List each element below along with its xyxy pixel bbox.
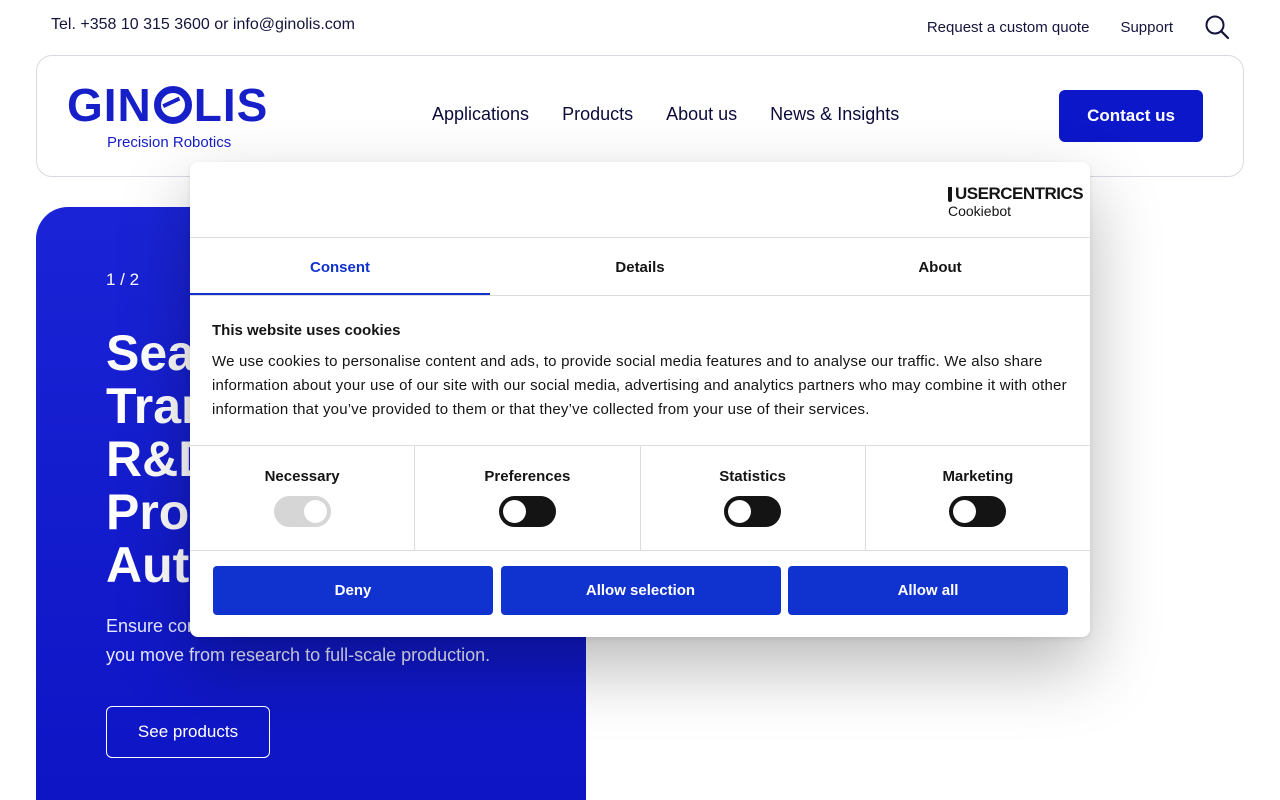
cookie-tabs: Consent Details About [190,238,1090,296]
brand-top-text: USERCENTRICS [955,184,1084,203]
request-quote-link[interactable]: Request a custom quote [927,19,1090,36]
logo-ring-icon [153,86,192,124]
shield-icon [948,186,952,202]
main-header: GIN LIS Precision Robotics Applications P… [36,55,1244,177]
tab-consent[interactable]: Consent [190,238,490,296]
divider [190,295,1090,296]
hero-subtitle-line: you move from research to full-scale pro… [106,645,491,665]
support-link[interactable]: Support [1120,19,1173,36]
hero-subtitle-line: Ensure con [106,616,198,636]
switch-knob [953,500,977,523]
consent-toggles: Necessary Preferences Statistics Marketi… [190,446,1090,550]
tab-about[interactable]: About [790,238,1090,296]
switch-knob [502,500,526,523]
statistics-switch[interactable] [724,496,782,527]
nav-news-insights[interactable]: News & Insights [770,104,899,125]
deny-button[interactable]: Deny [213,566,493,615]
contact-info: Tel. +358 10 315 3600 or info@ginolis.co… [51,16,355,33]
divider [190,550,1090,551]
utility-links: Request a custom quote Support [927,14,1230,40]
switch-knob [303,500,327,523]
marketing-switch[interactable] [949,496,1007,527]
toggle-statistics: Statistics [641,446,866,550]
usercentrics-wordmark: USERCENTRICS [948,184,1084,204]
contact-us-button[interactable]: Contact us [1059,90,1203,142]
toggle-label: Necessary [264,468,340,485]
toggle-marketing: Marketing [866,446,1090,550]
main-nav: Applications Products About us News & In… [432,104,932,125]
cookiebot-wordmark: Cookiebot [948,203,1012,219]
cookie-description: We use cookies to personalise content an… [212,353,1067,418]
preferences-switch[interactable] [498,496,556,527]
allow-selection-button[interactable]: Allow selection [500,566,781,615]
nav-products[interactable]: Products [562,104,633,125]
switch-knob [728,500,752,523]
logo-tagline: Precision Robotics [107,134,232,151]
nav-applications[interactable]: Applications [432,104,529,125]
toggle-label: Preferences [484,468,571,485]
cookie-heading: This website uses cookies [212,322,401,339]
slide-pager: 1 / 2 [106,270,140,289]
allow-all-button[interactable]: Allow all [788,566,1068,615]
nav-about-us[interactable]: About us [666,104,737,125]
ginolis-logo[interactable]: GIN LIS Precision Robotics [67,82,287,154]
necessary-switch [273,496,331,527]
toggle-preferences: Preferences [415,446,641,550]
toggle-necessary: Necessary [190,446,416,550]
cookie-actions: Deny Allow selection Allow all [213,566,1068,615]
toggle-label: Marketing [942,468,1014,485]
toggle-label: Statistics [719,468,786,485]
top-utility-bar: Tel. +358 10 315 3600 or info@ginolis.co… [0,0,1280,52]
tab-details[interactable]: Details [490,238,790,296]
cookie-consent-dialog: USERCENTRICS Cookiebot Consent Details A… [190,162,1090,637]
search-icon[interactable] [1204,14,1230,40]
logo-wordmark: GIN LIS [67,79,269,131]
usercentrics-cookiebot-logo[interactable]: USERCENTRICS Cookiebot [948,184,1084,220]
see-products-button[interactable]: See products [106,706,270,758]
